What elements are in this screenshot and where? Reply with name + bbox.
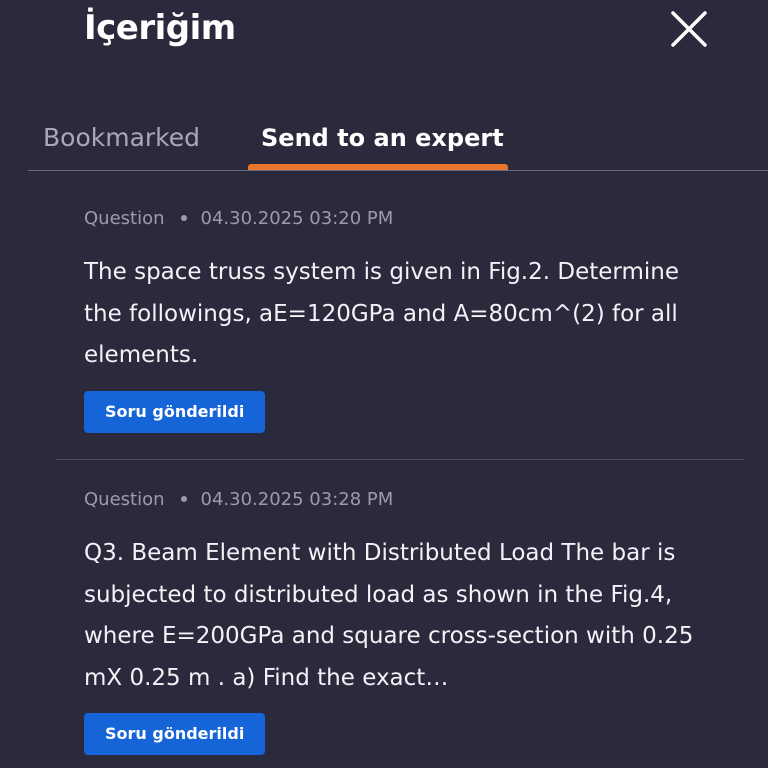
close-button[interactable] xyxy=(668,8,710,50)
question-text: Q3. Beam Element with Distributed Load T… xyxy=(84,540,694,691)
question-type-label: Question xyxy=(84,208,165,229)
separator-dot-icon xyxy=(180,495,187,502)
tab-bar: Bookmarked Send to an expert xyxy=(0,112,768,172)
separator-dot-icon xyxy=(180,214,187,221)
question-text: The space truss system is given in Fig.2… xyxy=(84,259,679,368)
question-timestamp: 04.30.2025 03:20 PM xyxy=(200,208,394,229)
question-type-label: Question xyxy=(84,489,165,510)
status-badge: Soru gönderildi xyxy=(84,713,266,755)
question-timestamp: 04.30.2025 03:28 PM xyxy=(200,489,394,510)
page-title: İçeriğim xyxy=(84,8,236,48)
question-meta: Question 04.30.2025 03:28 PM xyxy=(84,488,724,512)
status-badge: Soru gönderildi xyxy=(84,390,266,433)
tab-bookmarked[interactable]: Bookmarked xyxy=(43,122,200,154)
question-card[interactable]: Question 04.30.2025 03:20 PM The space tr… xyxy=(84,207,724,433)
question-meta: Question 04.30.2025 03:20 PM xyxy=(84,207,724,231)
close-icon xyxy=(671,11,707,47)
tabs-divider xyxy=(28,170,768,171)
tab-send-to-expert[interactable]: Send to an expert xyxy=(261,122,504,154)
card-divider xyxy=(56,459,744,460)
question-card[interactable]: Question 04.30.2025 03:28 PM Q3. Beam Ele… xyxy=(84,488,724,755)
